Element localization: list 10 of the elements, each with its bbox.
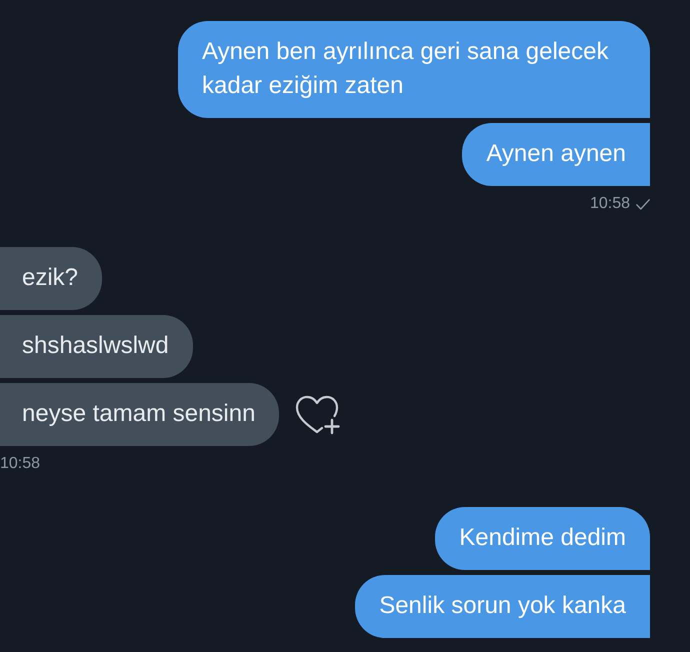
sent-message: Aynen aynen [462,123,650,186]
message-time: 10:58 [0,454,40,474]
sent-message: Senlik sorun yok kanka [355,575,650,638]
heart-plus-icon[interactable] [295,394,342,434]
sent-message: Aynen ben ayrılınca geri sana gelecek kadar eziğim zaten [178,21,650,118]
received-message: ezik? [0,247,102,310]
received-message: neyse tamam sensinn [0,383,280,446]
message-time: 10:58 [590,194,630,214]
received-message: shshaslwslwd [0,315,193,378]
sent-message: Kendime dedim [435,507,650,570]
